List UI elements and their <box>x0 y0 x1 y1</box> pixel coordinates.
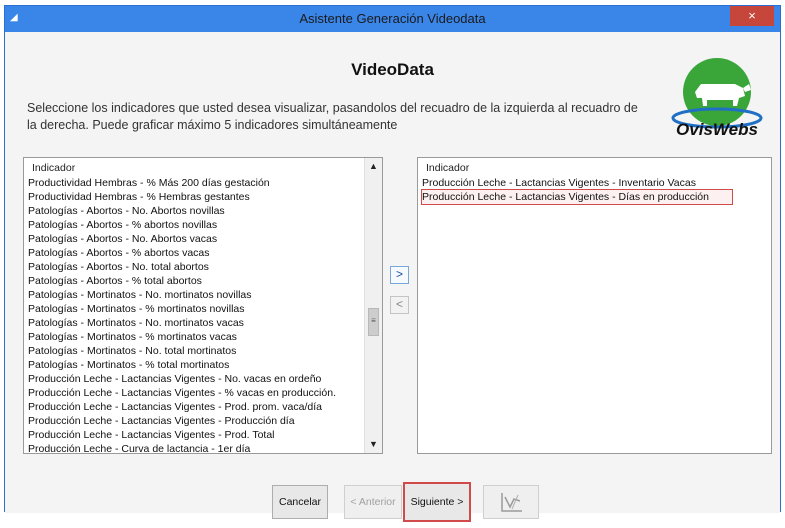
window-title: Asistente Generación Videodata <box>299 11 486 26</box>
list-item[interactable]: Patologías - Mortinatos - No. total mort… <box>28 344 364 358</box>
instructions-text: Seleccione los indicadores que usted des… <box>27 101 638 132</box>
list-item[interactable]: Patologías - Abortos - No. total abortos <box>28 260 364 274</box>
scroll-down-icon[interactable]: ▼ <box>365 436 382 453</box>
add-indicator-button[interactable]: > <box>390 266 409 284</box>
list-item[interactable]: Producción Leche - Curva de lactancia - … <box>28 442 364 453</box>
list-item[interactable]: Producción Leche - Lactancias Vigentes -… <box>421 189 733 205</box>
list-item[interactable]: Producción Leche - Lactancias Vigentes -… <box>28 386 364 400</box>
list-item[interactable]: Producción Leche - Lactancias Vigentes -… <box>28 372 364 386</box>
scroll-up-icon[interactable]: ▲ <box>365 158 382 175</box>
oviswebs-logo: OvisWebs <box>657 54 777 146</box>
list-item[interactable]: Patologías - Abortos - % abortos vacas <box>28 246 364 260</box>
next-button[interactable]: Siguiente > <box>403 482 471 522</box>
remove-indicator-button[interactable]: < <box>390 296 409 314</box>
list-header: Indicador <box>426 162 470 174</box>
list-item[interactable]: Patologías - Abortos - % total abortos <box>28 274 364 288</box>
list-item[interactable]: Patologías - Abortos - No. Abortos vacas <box>28 232 364 246</box>
scroll-thumb[interactable]: ≡ <box>368 308 379 336</box>
wizard-window: ◢ Asistente Generación Videodata × Video… <box>4 5 781 522</box>
logo-text: OvisWebs <box>676 120 758 139</box>
list-item[interactable]: Producción Leche - Lactancias Vigentes -… <box>28 400 364 414</box>
list-item[interactable]: Producción Leche - Lactancias Vigentes -… <box>28 428 364 442</box>
wizard-content: VideoData Seleccione los indicadores que… <box>5 32 780 522</box>
list-item[interactable]: Productividad Hembras - % Más 200 días g… <box>28 176 364 190</box>
list-item[interactable]: Producción Leche - Lactancias Vigentes -… <box>28 414 364 428</box>
available-indicators-list[interactable]: Indicador Productividad Hembras - % Más … <box>23 157 383 454</box>
list-item[interactable]: Patologías - Abortos - No. Abortos novil… <box>28 204 364 218</box>
close-button[interactable]: × <box>730 6 774 26</box>
finish-button[interactable] <box>483 485 539 519</box>
list-items: Productividad Hembras - % Más 200 días g… <box>28 176 364 453</box>
title-bar: ◢ Asistente Generación Videodata × <box>5 6 780 32</box>
list-item[interactable]: Productividad Hembras - % Hembras gestan… <box>28 190 364 204</box>
list-item[interactable]: Patologías - Abortos - % abortos novilla… <box>28 218 364 232</box>
list-item[interactable]: Patologías - Mortinatos - No. mortinatos… <box>28 288 364 302</box>
previous-button[interactable]: < Anterior <box>344 485 402 519</box>
list-item[interactable]: Patologías - Mortinatos - % total mortin… <box>28 358 364 372</box>
scrollbar[interactable]: ▲ ≡ ▼ <box>364 158 382 453</box>
list-item[interactable]: Patologías - Mortinatos - No. mortinatos… <box>28 316 364 330</box>
list-item[interactable]: Producción Leche - Lactancias Vigentes -… <box>422 176 765 190</box>
list-item[interactable]: Patologías - Mortinatos - % mortinatos n… <box>28 302 364 316</box>
list-items: Producción Leche - Lactancias Vigentes -… <box>421 176 765 205</box>
list-item[interactable]: Patologías - Mortinatos - % mortinatos v… <box>28 330 364 344</box>
list-header: Indicador <box>32 162 76 174</box>
finish-chart-icon <box>501 493 522 512</box>
cancel-button[interactable]: Cancelar <box>272 485 328 519</box>
selected-indicators-list[interactable]: Indicador Producción Leche - Lactancias … <box>417 157 772 454</box>
